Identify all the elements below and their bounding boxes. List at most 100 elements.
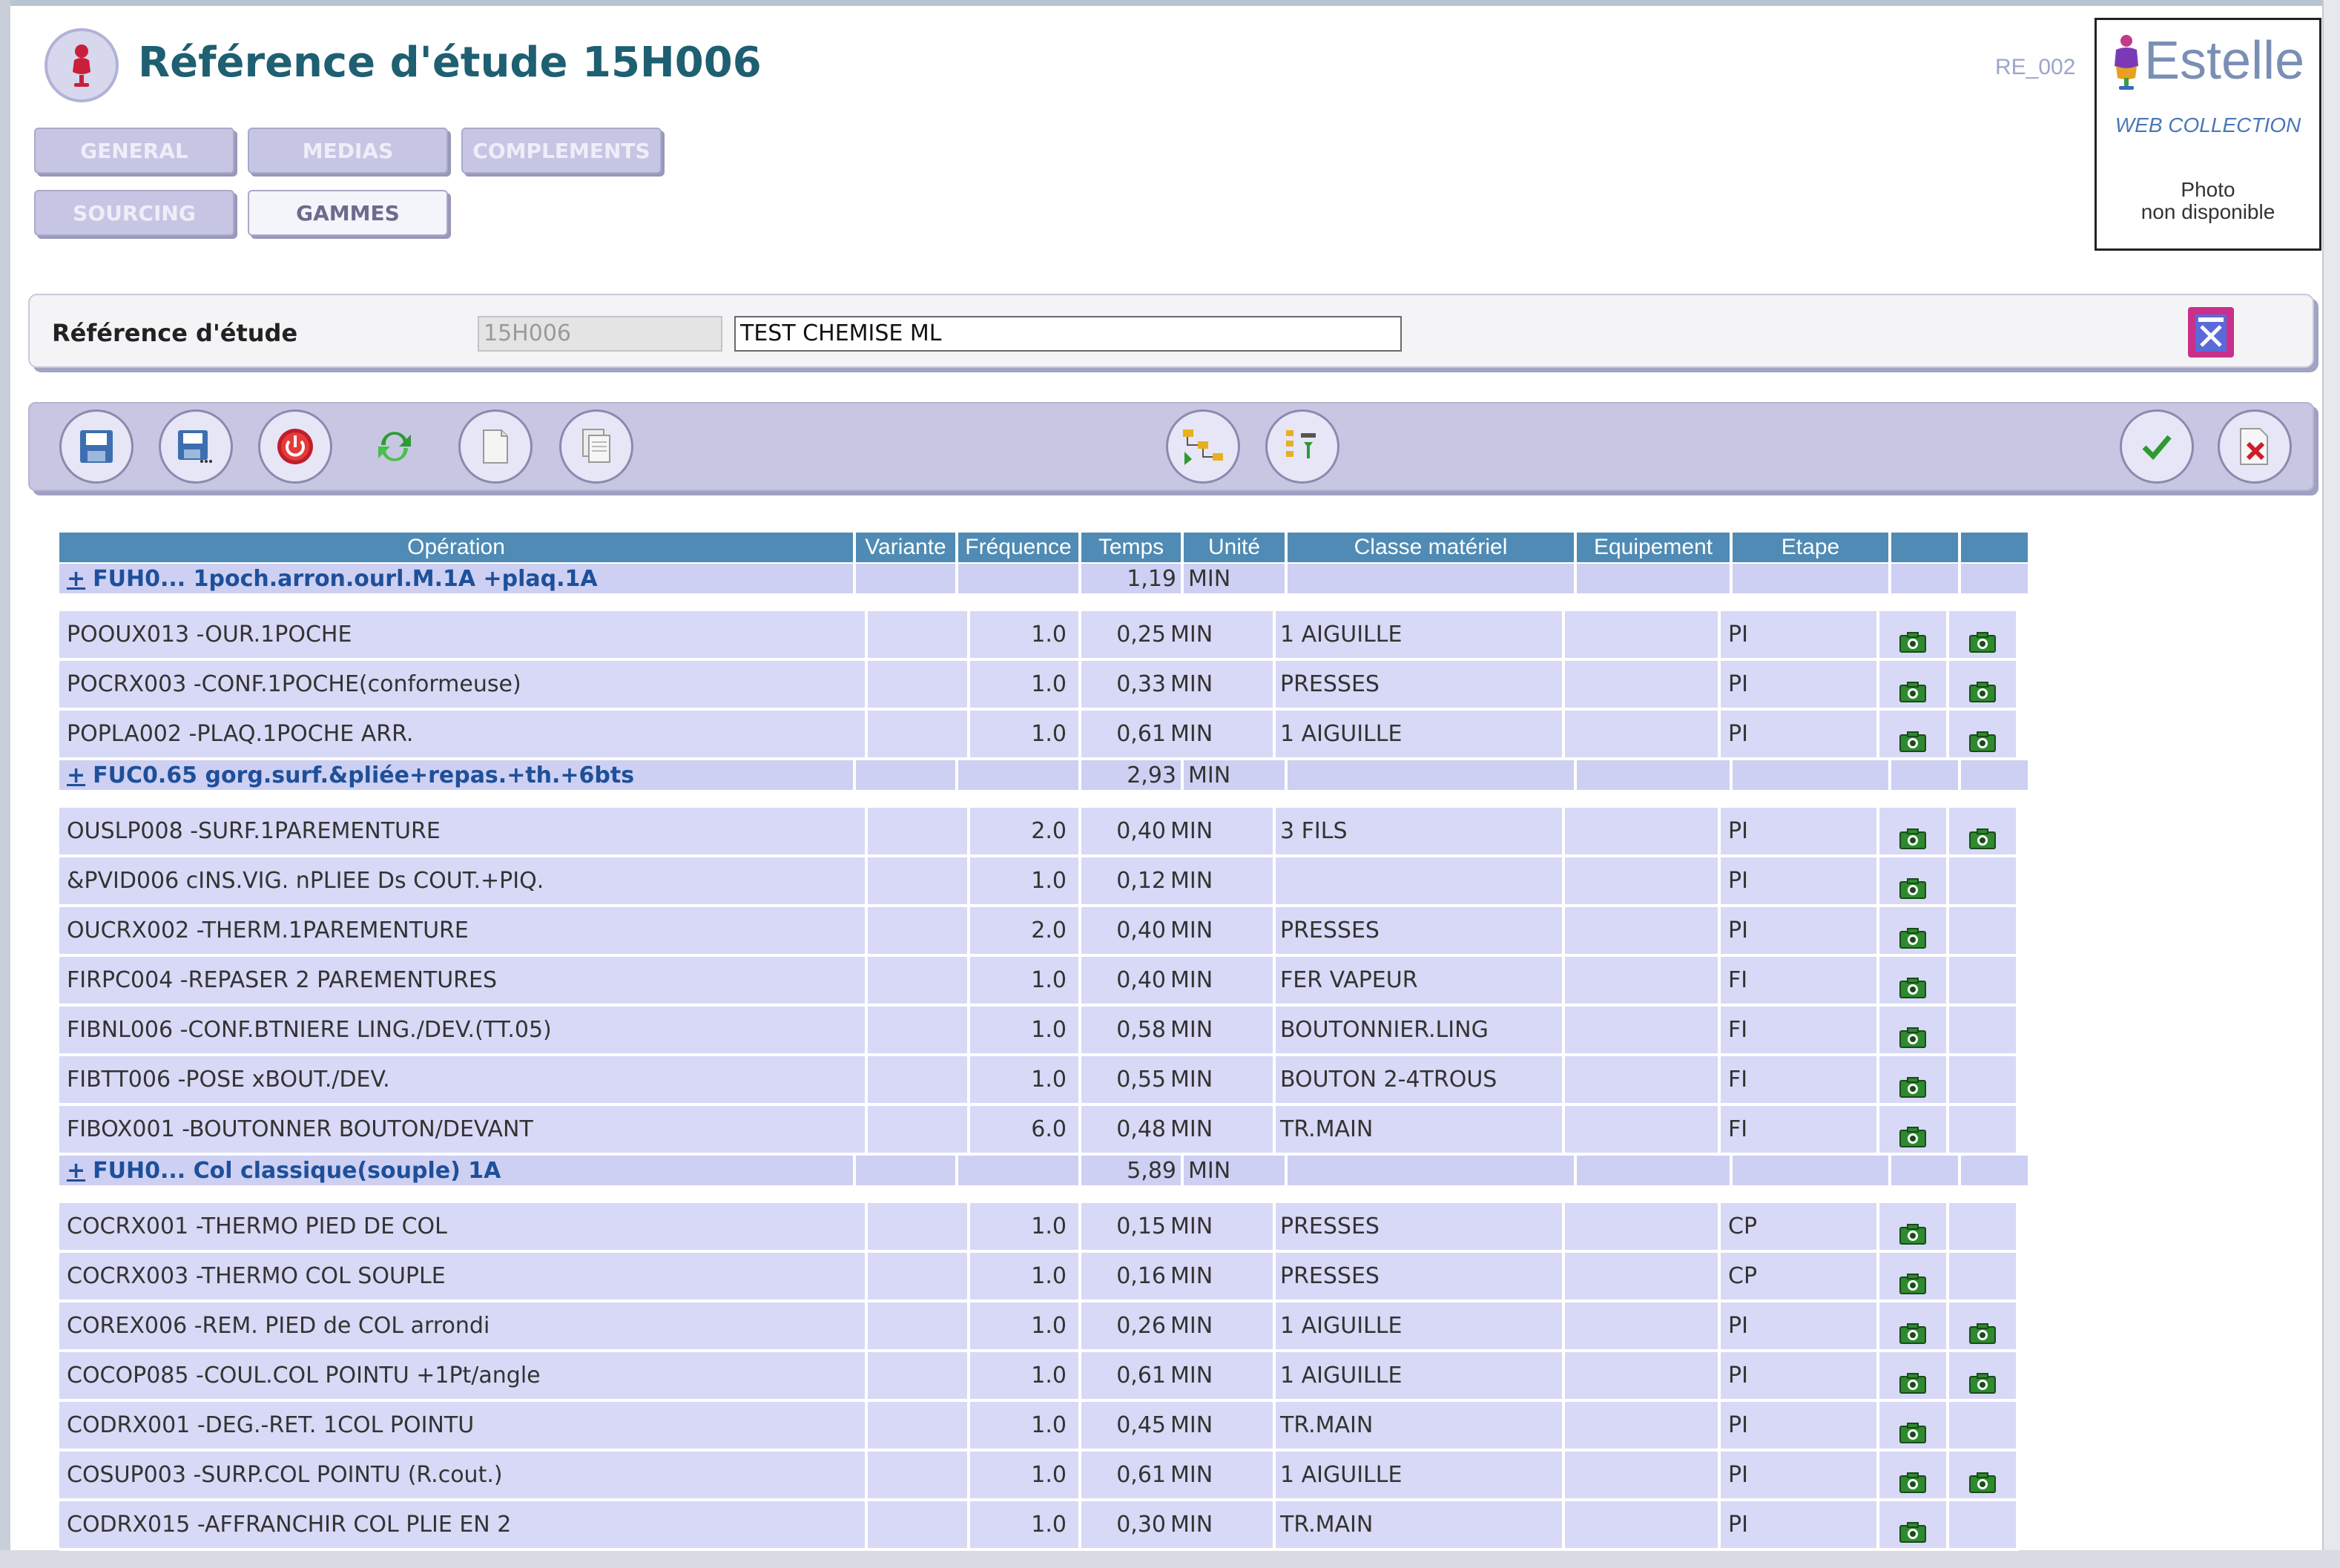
refresh-icon[interactable] [357,409,432,484]
report-icon[interactable] [2185,304,2241,360]
camera-icon[interactable] [1899,1463,1926,1493]
reference-name-field[interactable]: TEST CHEMISE ML [734,316,1402,352]
tree-list-icon[interactable] [1265,409,1339,484]
operation-cell[interactable]: COCRX001 -THERMO PIED DE COL [59,1203,868,1253]
operation-cell[interactable]: FIBNL006 -CONF.BTNIERE LING./DEV.(TT.05) [59,1007,868,1056]
operation-row[interactable]: POCRX003 -CONF.1POCHE(conformeuse) 1.0 0,3… [59,661,2031,711]
action-cell-2 [1949,1501,2019,1551]
operation-row[interactable]: COREX006 -REM. PIED de COL arrondi 1.0 0,2… [59,1302,2031,1352]
camera-icon[interactable] [1899,1364,1926,1394]
operation-row[interactable]: CODRX015 -AFFRANCHIR COL PLIE EN 2 1.0 0,3… [59,1501,2031,1551]
camera-icon[interactable] [1899,673,1926,702]
col-header-operation[interactable]: Opération [59,533,856,562]
col-header-equipement[interactable]: Equipement [1577,533,1733,562]
operation-row[interactable]: FIBNL006 -CONF.BTNIERE LING./DEV.(TT.05)… [59,1007,2031,1056]
camera-icon[interactable] [1969,722,1996,752]
camera-icon[interactable] [1969,673,1996,702]
camera-icon[interactable] [1899,1018,1926,1048]
col-header-etape[interactable]: Etape [1733,533,1891,562]
camera-icon[interactable] [1899,969,1926,998]
group-label[interactable]: + FUC0.65 gorg.surf.&pliée+repas.+th.+6bt… [59,760,856,793]
operation-cell[interactable]: POPLA002 -PLAQ.1POCHE ARR. [59,711,868,760]
camera-icon[interactable] [1899,919,1926,949]
camera-icon[interactable] [1899,722,1926,752]
operation-cell[interactable]: OUSLP008 -SURF.1PAREMENTURE [59,808,868,857]
col-header-temps[interactable]: Temps [1081,533,1184,562]
tab-general[interactable]: GENERAL [34,128,234,174]
operation-cell[interactable]: FIBOX001 -BOUTONNER BOUTON/DEVANT [59,1106,868,1156]
tab-medias[interactable]: MEDIAS [248,128,448,174]
expand-toggle[interactable]: + [67,1158,85,1184]
tab-sourcing[interactable]: SOURCING [34,190,234,236]
window-top-border [0,0,2340,6]
operation-row[interactable]: COCRX001 -THERMO PIED DE COL 1.0 0,15 MIN PR… [59,1203,2031,1253]
operation-cell[interactable]: POCRX003 -CONF.1POCHE(conformeuse) [59,661,868,711]
cancel-icon[interactable] [2218,409,2292,484]
col-header-frequence[interactable]: Fréquence [958,533,1081,562]
operation-cell[interactable]: &PVID006 cINS.VIG. nPLIEE Ds COUT.+PIQ. [59,857,868,907]
operation-cell[interactable]: CODRX001 -DEG.-RET. 1COL POINTU [59,1402,868,1452]
group-row[interactable]: + FUH0... 1poch.arron.ourl.M.1A +plaq.1A 1… [59,564,2031,596]
group-label[interactable]: + FUH0... 1poch.arron.ourl.M.1A +plaq.1A [59,564,856,596]
save-icon[interactable] [59,409,134,484]
operation-row[interactable]: FIRPC004 -REPASER 2 PAREMENTURES 1.0 0,40 M… [59,957,2031,1007]
camera-icon[interactable] [1899,869,1926,899]
operation-row[interactable]: CODRX001 -DEG.-RET. 1COL POINTU 1.0 0,45 MI… [59,1402,2031,1452]
operation-cell[interactable]: CODRX015 -AFFRANCHIR COL PLIE EN 2 [59,1501,868,1551]
operation-cell[interactable]: COREX006 -REM. PIED de COL arrondi [59,1302,868,1352]
operation-row[interactable]: COCRX003 -THERMO COL SOUPLE 1.0 0,16 MIN PRE… [59,1253,2031,1302]
tab-complements[interactable]: COMPLEMENTS [461,128,662,174]
camera-icon[interactable] [1899,1215,1926,1245]
power-icon[interactable] [258,409,332,484]
operation-cell[interactable]: COSUP003 -SURP.COL POINTU (R.cout.) [59,1452,868,1501]
validate-icon[interactable] [2120,409,2194,484]
group-label[interactable]: + FUH0... Col classique(souple) 1A [59,1156,856,1188]
time-cell: 0,40 [1081,907,1170,957]
camera-icon[interactable] [1899,1118,1926,1147]
operation-cell[interactable]: OUCRX002 -THERM.1PAREMENTURE [59,907,868,957]
expand-toggle[interactable]: + [67,762,85,788]
col-header-variante[interactable]: Variante [856,533,958,562]
tree-move-icon[interactable] [1166,409,1240,484]
copy-icon[interactable] [559,409,633,484]
operation-cell[interactable]: COCOP085 -COUL.COL POINTU +1Pt/angle [59,1352,868,1402]
vertical-scrollbar[interactable] [2322,0,2340,1568]
camera-icon[interactable] [1899,1068,1926,1098]
camera-icon[interactable] [1969,820,1996,849]
camera-icon[interactable] [1899,1414,1926,1443]
camera-icon[interactable] [1969,1463,1996,1493]
operation-row[interactable]: POOUX013 -OUR.1POCHE 1.0 0,25 MIN 1 AIGUILLE… [59,611,2031,661]
new-page-icon[interactable] [458,409,533,484]
operation-cell[interactable]: POOUX013 -OUR.1POCHE [59,611,868,661]
tab-gammes[interactable]: GAMMES [248,190,448,236]
col-header-classe-materiel[interactable]: Classe matériel [1288,533,1577,562]
operation-row[interactable]: OUSLP008 -SURF.1PAREMENTURE 2.0 0,40 MIN 3 F… [59,808,2031,857]
camera-icon[interactable] [1899,623,1926,653]
camera-icon[interactable] [1899,1314,1926,1344]
operation-cell[interactable]: COCRX003 -THERMO COL SOUPLE [59,1253,868,1302]
col-header-unite[interactable]: Unité [1184,533,1288,562]
horizontal-scrollbar[interactable] [0,1550,2340,1568]
operation-cell[interactable]: FIRPC004 -REPASER 2 PAREMENTURES [59,957,868,1007]
camera-icon[interactable] [1969,1314,1996,1344]
time-cell: 0,58 [1081,1007,1170,1056]
operation-row[interactable]: &PVID006 cINS.VIG. nPLIEE Ds COUT.+PIQ. 1… [59,857,2031,907]
group-row[interactable]: + FUC0.65 gorg.surf.&pliée+repas.+th.+6bt… [59,760,2031,793]
operation-row[interactable]: OUCRX002 -THERM.1PAREMENTURE 2.0 0,40 MIN PR… [59,907,2031,957]
camera-icon[interactable] [1969,623,1996,653]
camera-icon[interactable] [1899,1513,1926,1543]
operation-row[interactable]: POPLA002 -PLAQ.1POCHE ARR. 1.0 0,61 MIN 1 AI… [59,711,2031,760]
operation-cell[interactable]: FIBTT006 -POSE xBOUT./DEV. [59,1056,868,1106]
save-as-icon[interactable] [159,409,233,484]
camera-icon[interactable] [1969,1364,1996,1394]
expand-toggle[interactable]: + [67,566,85,592]
group-row[interactable]: + FUH0... Col classique(souple) 1A 5,89 MIN [59,1156,2031,1188]
camera-icon[interactable] [1899,1265,1926,1294]
camera-icon[interactable] [1899,820,1926,849]
equipement-cell [1565,1203,1721,1253]
operation-row[interactable]: FIBTT006 -POSE xBOUT./DEV. 1.0 0,55 MIN BOUT… [59,1056,2031,1106]
action-cell-1 [1879,1253,1949,1302]
operation-row[interactable]: FIBOX001 -BOUTONNER BOUTON/DEVANT 6.0 0,48… [59,1106,2031,1156]
operation-row[interactable]: COSUP003 -SURP.COL POINTU (R.cout.) 1.0 0,… [59,1452,2031,1501]
operation-row[interactable]: COCOP085 -COUL.COL POINTU +1Pt/angle 1.0 0… [59,1352,2031,1402]
